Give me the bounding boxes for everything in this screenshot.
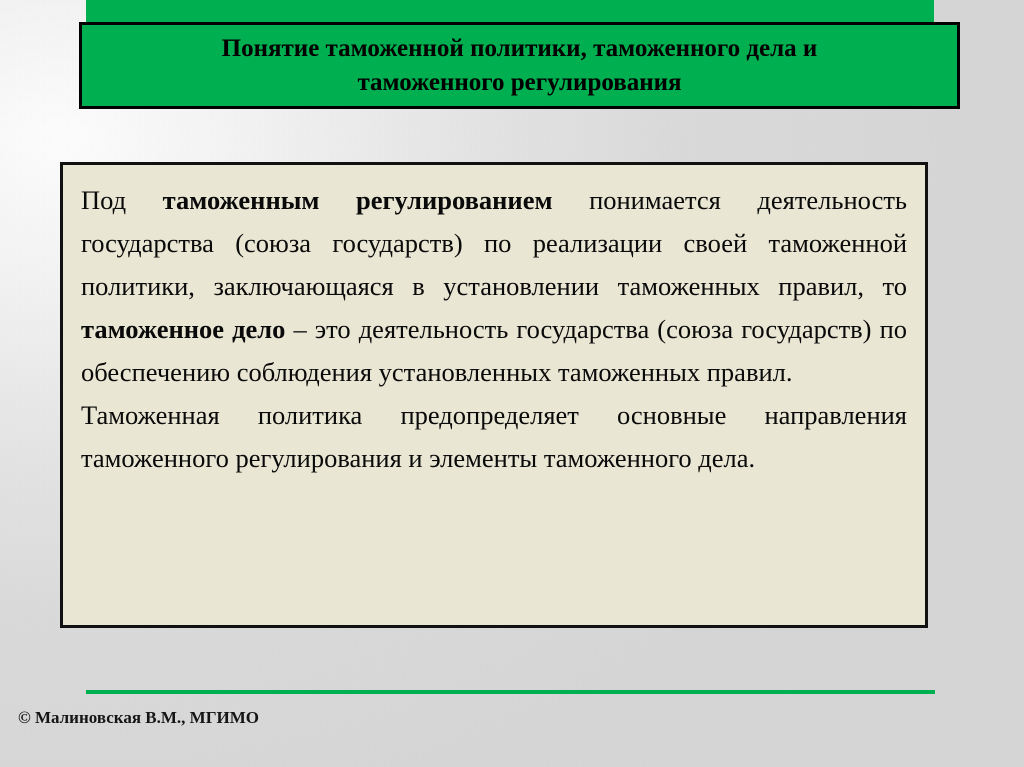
text-run-bold-1: таможенным регулированием: [162, 185, 553, 215]
text-run-plain-1: Под: [81, 185, 163, 215]
title-line-1: Понятие таможенной политики, таможенного…: [221, 34, 818, 62]
footer-copyright: © Малиновская В.М., МГИМО: [18, 708, 260, 727]
text-run-bold-2: таможенное дело: [81, 314, 286, 344]
body-paragraph-1: Под таможенным регулированием понимается…: [81, 179, 907, 394]
footer-divider-line: [86, 690, 935, 694]
body-paragraph-2: Таможенная политика предопределяет основ…: [81, 400, 907, 473]
page-title: Понятие таможенной политики, таможенного…: [82, 32, 957, 100]
slide-title-box: Понятие таможенной политики, таможенного…: [79, 22, 960, 109]
slide-canvas: Понятие таможенной политики, таможенного…: [0, 0, 1024, 767]
content-panel: Под таможенным регулированием понимается…: [60, 162, 928, 628]
title-line-2: таможенного регулирования: [357, 68, 682, 96]
